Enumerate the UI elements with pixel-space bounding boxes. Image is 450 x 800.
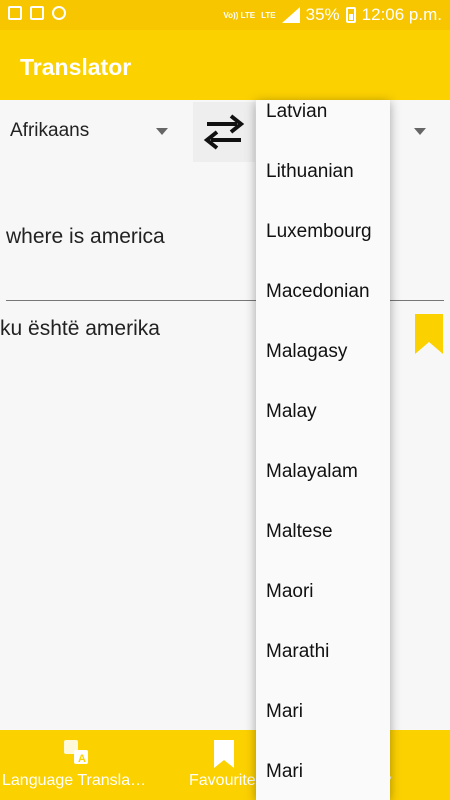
dropdown-item[interactable]: Marathi bbox=[266, 641, 329, 663]
source-language-spinner[interactable]: Afrikaans bbox=[0, 110, 180, 154]
swap-arrows-icon bbox=[203, 114, 245, 150]
status-left-icons bbox=[8, 6, 66, 20]
dropdown-item[interactable]: Macedonian bbox=[266, 281, 370, 303]
app-title: Translator bbox=[20, 54, 132, 80]
signal-icon bbox=[281, 7, 300, 23]
volte-label: Vo)) LTE bbox=[223, 10, 256, 20]
battery-percent: 35% bbox=[305, 5, 340, 24]
svg-text:A: A bbox=[78, 753, 86, 765]
dropdown-item[interactable]: Latvian bbox=[266, 101, 327, 123]
swap-languages-button[interactable] bbox=[193, 102, 255, 162]
nav-translator[interactable]: A Language Transla… bbox=[0, 730, 165, 800]
nav-translator-label: Language Transla… bbox=[2, 772, 147, 789]
target-language-chevron-icon[interactable] bbox=[414, 128, 426, 135]
dropdown-item[interactable]: Maltese bbox=[266, 521, 333, 543]
source-language-label: Afrikaans bbox=[10, 120, 90, 141]
clock: 12:06 p.m. bbox=[361, 5, 442, 24]
dropdown-item[interactable]: Malagasy bbox=[266, 341, 347, 363]
app-bar: Translator bbox=[0, 30, 450, 100]
target-language-dropdown[interactable]: Latvian Lithuanian Luxembourg Macedonian… bbox=[256, 100, 390, 800]
chevron-down-icon bbox=[156, 128, 168, 135]
bookmark-nav-icon bbox=[214, 740, 234, 768]
status-bar: Vo)) LTE LTE 35% 12:06 p.m. bbox=[0, 0, 450, 30]
source-text-input[interactable]: where is america bbox=[6, 225, 165, 249]
dropdown-item[interactable]: Mari bbox=[266, 761, 303, 783]
dropdown-item[interactable]: Malayalam bbox=[266, 461, 358, 483]
dropdown-item[interactable]: Maori bbox=[266, 581, 314, 603]
status-right: Vo)) LTE LTE 35% 12:06 p.m. bbox=[223, 5, 442, 25]
bookmark-icon[interactable] bbox=[415, 314, 443, 354]
battery-icon bbox=[345, 7, 356, 23]
chat-notification-icon bbox=[52, 6, 66, 20]
gallery-notification-icon bbox=[8, 6, 22, 20]
lte-label: LTE bbox=[261, 10, 276, 20]
translate-icon: A bbox=[64, 740, 88, 765]
message-notification-icon bbox=[30, 6, 44, 20]
translated-text: ku është amerika bbox=[0, 317, 160, 340]
dropdown-item[interactable]: Malay bbox=[266, 401, 317, 423]
nav-favourites[interactable]: Favourites bbox=[180, 730, 264, 800]
nav-favourites-label: Favourites bbox=[189, 772, 264, 789]
dropdown-item[interactable]: Mari bbox=[266, 701, 303, 723]
dropdown-item[interactable]: Luxembourg bbox=[266, 221, 372, 243]
dropdown-item[interactable]: Lithuanian bbox=[266, 161, 354, 183]
